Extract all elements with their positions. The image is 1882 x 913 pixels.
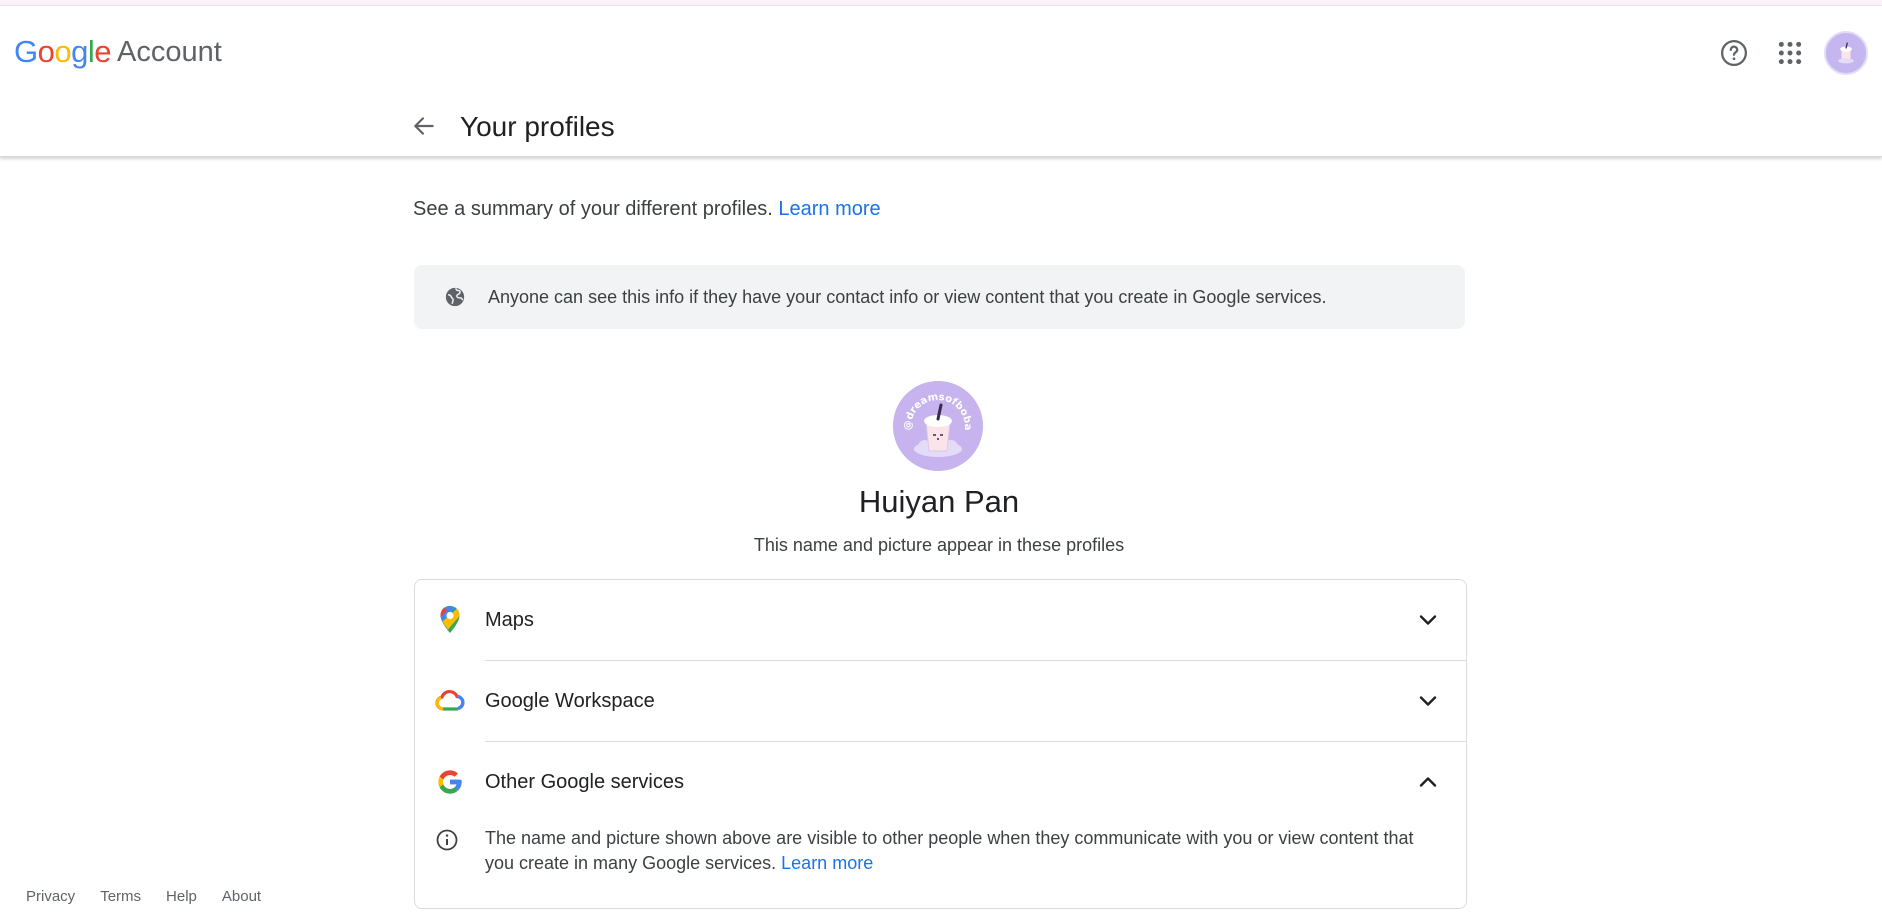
account-avatar-button[interactable] (1824, 31, 1868, 75)
back-button[interactable] (402, 104, 446, 148)
apps-button[interactable] (1768, 31, 1812, 75)
apps-grid-icon (1778, 41, 1802, 65)
profile-row-maps[interactable]: Maps (415, 580, 1466, 660)
footer-terms-link[interactable]: Terms (100, 888, 141, 905)
google-g-icon (435, 767, 465, 797)
chevron-down-icon (1414, 687, 1442, 715)
maps-pin-icon (435, 605, 465, 635)
footer-help-link[interactable]: Help (166, 888, 197, 905)
chevron-up-icon (1414, 768, 1442, 796)
footer: Privacy Terms Help About (26, 888, 286, 905)
google-account-logo[interactable]: Google Account (14, 32, 222, 72)
other-services-detail-text: The name and picture shown above are vis… (485, 826, 1445, 876)
detail-learn-more-link[interactable]: Learn more (781, 853, 873, 873)
globe-icon (444, 285, 468, 309)
account-avatar (1824, 31, 1868, 75)
header-actions (1700, 31, 1868, 75)
arrow-back-icon (414, 117, 434, 135)
profile-row-google-workspace[interactable]: Google Workspace (415, 661, 1466, 741)
google-cloud-icon (435, 686, 465, 716)
footer-privacy-link[interactable]: Privacy (26, 888, 75, 905)
profiles-card: Maps Google Workspace Other Google servi… (414, 579, 1467, 909)
summary-text: See a summary of your different profiles… (413, 198, 773, 220)
help-button[interactable] (1712, 31, 1756, 75)
chevron-down-icon (1414, 606, 1442, 634)
row-label-google-workspace: Google Workspace (485, 689, 655, 712)
footer-about-link[interactable]: About (222, 888, 261, 905)
info-icon (435, 828, 461, 854)
profile-picture: @dreamsofboba (893, 381, 983, 471)
row-label-other-google-services: Other Google services (485, 770, 684, 793)
google-logo: Google (14, 34, 112, 69)
profile-row-other-google-services[interactable]: Other Google services (415, 742, 1466, 822)
app-header: Google Account Your profiles (0, 6, 1882, 157)
detail-text: The name and picture shown above are vis… (485, 828, 1414, 873)
boba-cup-icon (1838, 42, 1854, 64)
profile-avatar[interactable]: @dreamsofboba (893, 381, 983, 471)
account-label: Account (117, 35, 222, 68)
learn-more-link[interactable]: Learn more (778, 198, 880, 220)
profile-subtitle: This name and picture appear in these pr… (753, 535, 1125, 555)
row-label-maps: Maps (485, 608, 534, 631)
profiles-summary: See a summary of your different profiles… (413, 195, 881, 223)
notice-text: Anyone can see this info if they have yo… (488, 286, 1327, 307)
page-title: Your profiles (460, 111, 615, 142)
visibility-notice: Anyone can see this info if they have yo… (414, 265, 1465, 329)
profile-name: Huiyan Pan (858, 484, 1020, 519)
help-icon (1721, 40, 1747, 66)
